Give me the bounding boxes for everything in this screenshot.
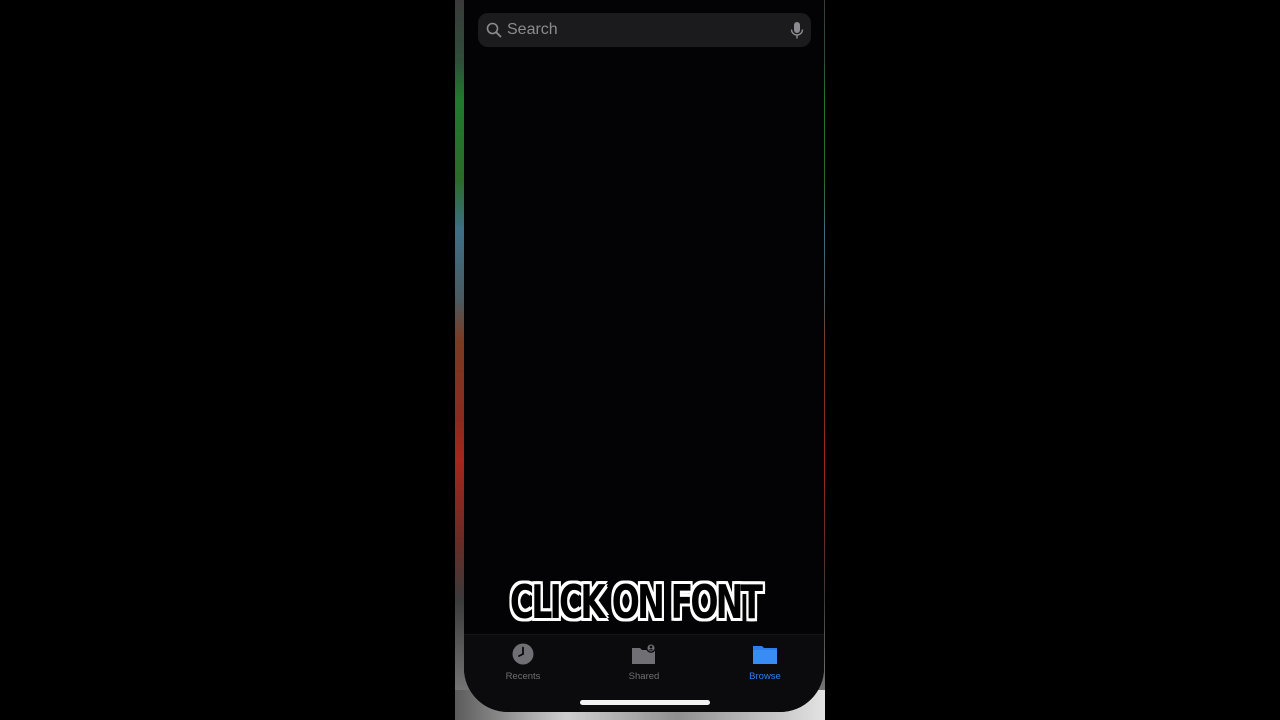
search-input[interactable]: Search xyxy=(478,13,811,47)
tab-recents[interactable]: Recents xyxy=(478,643,568,685)
tab-shared-label: Shared xyxy=(628,671,660,682)
tab-browse[interactable]: Browse xyxy=(720,643,810,685)
tab-recents-label: Recents xyxy=(505,671,541,682)
home-indicator[interactable] xyxy=(580,700,710,705)
search-placeholder: Search xyxy=(507,21,558,38)
folder-icon xyxy=(753,646,777,664)
tab-browse-label: Browse xyxy=(749,671,781,682)
clock-icon xyxy=(512,643,534,665)
microphone-icon[interactable] xyxy=(790,21,804,40)
search-icon xyxy=(486,22,502,38)
tab-shared[interactable]: Shared xyxy=(599,643,689,685)
shared-folder-icon xyxy=(632,643,656,664)
screen: Search Recents Shared Browse CLICK ON FO… xyxy=(0,0,1280,720)
video-caption: CLICK ON FONT xyxy=(509,575,763,629)
